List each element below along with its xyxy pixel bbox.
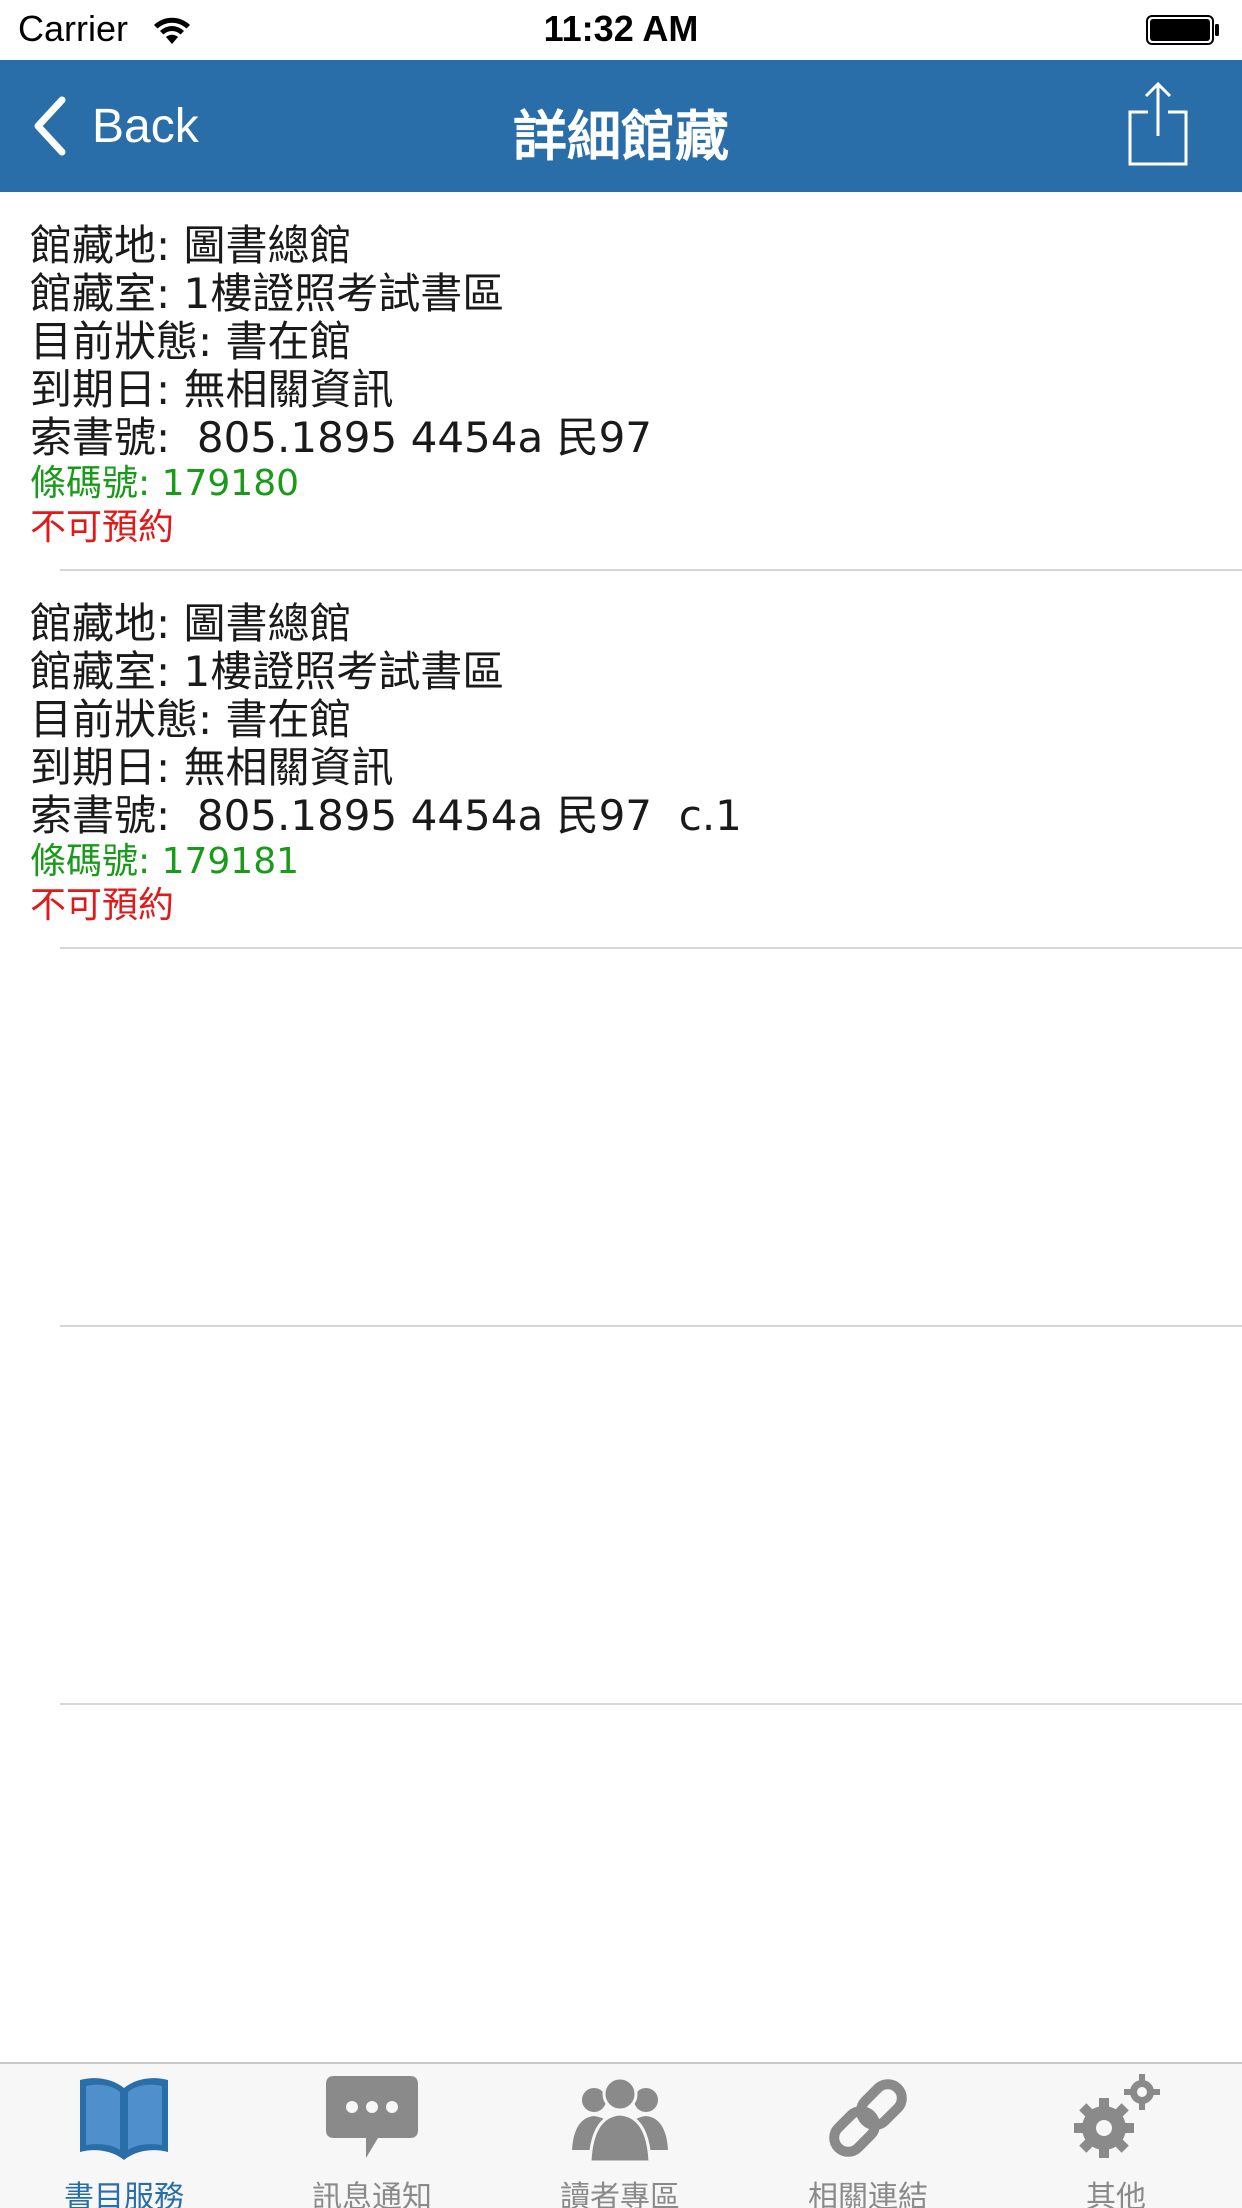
empty-row <box>0 948 1242 1325</box>
location-line: 館藏地: 圖書總館 <box>30 221 352 270</box>
tab-related-links[interactable]: 相關連結 <box>744 2064 992 2208</box>
room-line: 館藏室: 1樓證照考試書區 <box>30 647 505 696</box>
tab-catalog-service[interactable]: 書目服務 <box>0 2064 248 2208</box>
tab-reader-area[interactable]: 讀者專區 <box>496 2064 744 2208</box>
clock: 11:32 AM <box>543 8 699 49</box>
tab-label: 其他 <box>1086 2180 1146 2208</box>
due-date-line: 到期日: 無相關資訊 <box>30 365 394 414</box>
barcode-line: 條碼號: 179181 <box>30 841 299 882</box>
link-icon <box>829 2079 907 2157</box>
tab-label: 相關連結 <box>808 2180 928 2208</box>
status-line: 目前狀態: 書在館 <box>30 695 352 744</box>
tab-notifications[interactable]: 訊息通知 <box>248 2064 496 2208</box>
due-date-line: 到期日: 無相關資訊 <box>30 743 394 792</box>
call-number-line: 索書號: 805.1895 4454a 民97 <box>30 413 653 462</box>
status-bar: Carrier 11:32 AM <box>0 0 1242 60</box>
empty-row <box>0 1326 1242 1703</box>
tab-label: 讀者專區 <box>560 2180 680 2208</box>
gears-icon <box>1074 2074 1160 2158</box>
room-line: 館藏室: 1樓證照考試書區 <box>30 269 505 318</box>
holding-record[interactable]: 館藏地: 圖書總館 館藏室: 1樓證照考試書區 目前狀態: 書在館 到期日: 無… <box>0 192 1242 569</box>
page-title: 詳細館藏 <box>513 105 729 168</box>
row-separator <box>60 1703 1242 1705</box>
holdings-list: 館藏地: 圖書總館 館藏室: 1樓證照考試書區 目前狀態: 書在館 到期日: 無… <box>0 192 1242 2062</box>
location-line: 館藏地: 圖書總館 <box>30 599 352 648</box>
status-line: 目前狀態: 書在館 <box>30 317 352 366</box>
reservation-status: 不可預約 <box>30 885 175 926</box>
holding-record[interactable]: 館藏地: 圖書總館 館藏室: 1樓證照考試書區 目前狀態: 書在館 到期日: 無… <box>0 570 1242 947</box>
reservation-status: 不可預約 <box>30 507 175 548</box>
book-icon <box>80 2078 168 2160</box>
chat-bubble-icon <box>326 2076 418 2158</box>
users-icon <box>572 2076 668 2164</box>
tab-label: 訊息通知 <box>312 2180 432 2208</box>
share-icon[interactable] <box>1126 80 1190 168</box>
battery-icon <box>1146 15 1219 45</box>
tab-other[interactable]: 其他 <box>992 2064 1240 2208</box>
tab-bar: 書目服務 訊息通知 讀者專區 相關連結 其他 <box>0 2062 1242 2208</box>
tab-label: 書目服務 <box>64 2180 184 2208</box>
call-number-line: 索書號: 805.1895 4454a 民97 c.1 <box>30 791 742 840</box>
barcode-line: 條碼號: 179180 <box>30 463 299 504</box>
navigation-bar: Back 詳細館藏 <box>0 60 1242 192</box>
